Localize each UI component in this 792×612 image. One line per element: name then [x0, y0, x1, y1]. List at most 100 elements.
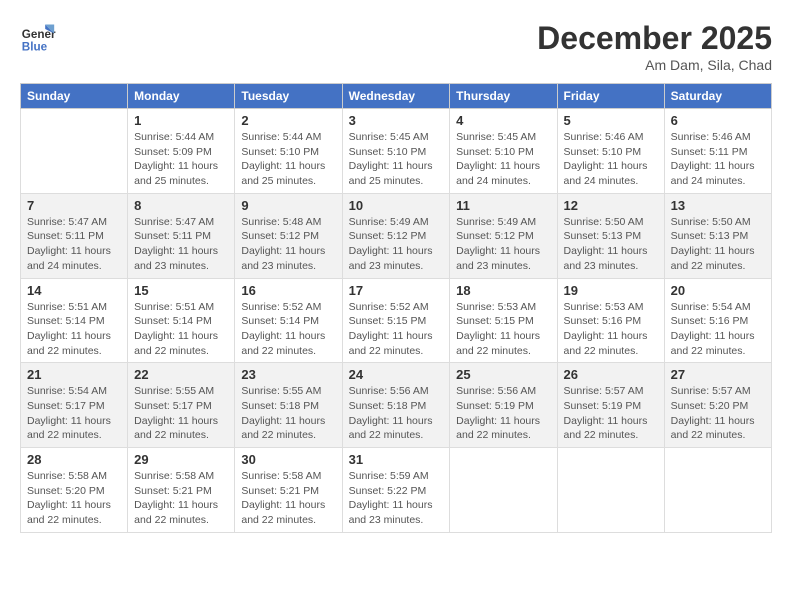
day-info: Sunrise: 5:44 AM Sunset: 5:09 PM Dayligh… [134, 130, 228, 189]
day-number: 18 [456, 283, 550, 298]
day-info: Sunrise: 5:50 AM Sunset: 5:13 PM Dayligh… [671, 215, 765, 274]
day-info: Sunrise: 5:47 AM Sunset: 5:11 PM Dayligh… [27, 215, 121, 274]
calendar-cell: 7 Sunrise: 5:47 AM Sunset: 5:11 PM Daylig… [21, 193, 128, 278]
svg-text:Blue: Blue [22, 41, 48, 54]
weekday-row: SundayMondayTuesdayWednesdayThursdayFrid… [21, 84, 772, 109]
calendar-week-row: 28 Sunrise: 5:58 AM Sunset: 5:20 PM Dayli… [21, 448, 772, 533]
calendar-cell: 19 Sunrise: 5:53 AM Sunset: 5:16 PM Dayli… [557, 278, 664, 363]
calendar-cell: 1 Sunrise: 5:44 AM Sunset: 5:09 PM Daylig… [128, 109, 235, 194]
day-info: Sunrise: 5:49 AM Sunset: 5:12 PM Dayligh… [456, 215, 550, 274]
day-info: Sunrise: 5:54 AM Sunset: 5:17 PM Dayligh… [27, 384, 121, 443]
day-info: Sunrise: 5:48 AM Sunset: 5:12 PM Dayligh… [241, 215, 335, 274]
calendar-cell [21, 109, 128, 194]
day-number: 16 [241, 283, 335, 298]
calendar-cell: 17 Sunrise: 5:52 AM Sunset: 5:15 PM Dayli… [342, 278, 450, 363]
day-number: 2 [241, 113, 335, 128]
day-info: Sunrise: 5:58 AM Sunset: 5:20 PM Dayligh… [27, 469, 121, 528]
location: Am Dam, Sila, Chad [537, 57, 772, 73]
calendar-cell: 22Sunrise: 5:55 AM Sunset: 5:17 PM Dayli… [128, 363, 235, 448]
calendar-cell: 16 Sunrise: 5:52 AM Sunset: 5:14 PM Dayli… [235, 278, 342, 363]
calendar-header: SundayMondayTuesdayWednesdayThursdayFrid… [21, 84, 772, 109]
day-number: 21 [27, 367, 121, 382]
day-info: Sunrise: 5:53 AM Sunset: 5:16 PM Dayligh… [564, 300, 658, 359]
day-number: 1 [134, 113, 228, 128]
day-info: Sunrise: 5:59 AM Sunset: 5:22 PM Dayligh… [349, 469, 444, 528]
day-info: Sunrise: 5:58 AM Sunset: 5:21 PM Dayligh… [134, 469, 228, 528]
day-number: 5 [564, 113, 658, 128]
day-info: Sunrise: 5:45 AM Sunset: 5:10 PM Dayligh… [456, 130, 550, 189]
day-info: Sunrise: 5:57 AM Sunset: 5:20 PM Dayligh… [671, 384, 765, 443]
calendar-cell [450, 448, 557, 533]
day-number: 10 [349, 198, 444, 213]
calendar-table: SundayMondayTuesdayWednesdayThursdayFrid… [20, 83, 772, 533]
day-info: Sunrise: 5:52 AM Sunset: 5:14 PM Dayligh… [241, 300, 335, 359]
day-number: 30 [241, 452, 335, 467]
day-number: 27 [671, 367, 765, 382]
calendar-cell: 3 Sunrise: 5:45 AM Sunset: 5:10 PM Daylig… [342, 109, 450, 194]
day-number: 7 [27, 198, 121, 213]
calendar-cell: 31 Sunrise: 5:59 AM Sunset: 5:22 PM Dayli… [342, 448, 450, 533]
calendar-cell: 20Sunrise: 5:54 AM Sunset: 5:16 PM Dayli… [664, 278, 771, 363]
day-number: 12 [564, 198, 658, 213]
month-title: December 2025 [537, 20, 772, 57]
day-number: 25 [456, 367, 550, 382]
calendar-cell: 15 Sunrise: 5:51 AM Sunset: 5:14 PM Dayli… [128, 278, 235, 363]
day-number: 31 [349, 452, 444, 467]
calendar-cell: 24Sunrise: 5:56 AM Sunset: 5:18 PM Dayli… [342, 363, 450, 448]
day-info: Sunrise: 5:44 AM Sunset: 5:10 PM Dayligh… [241, 130, 335, 189]
day-number: 6 [671, 113, 765, 128]
weekday-header: Thursday [450, 84, 557, 109]
day-number: 8 [134, 198, 228, 213]
calendar-cell: 28 Sunrise: 5:58 AM Sunset: 5:20 PM Dayli… [21, 448, 128, 533]
calendar-cell: 29Sunrise: 5:58 AM Sunset: 5:21 PM Dayli… [128, 448, 235, 533]
day-number: 17 [349, 283, 444, 298]
calendar-cell: 23 Sunrise: 5:55 AM Sunset: 5:18 PM Dayli… [235, 363, 342, 448]
calendar-cell: 5 Sunrise: 5:46 AM Sunset: 5:10 PM Daylig… [557, 109, 664, 194]
calendar-cell: 9Sunrise: 5:48 AM Sunset: 5:12 PM Daylig… [235, 193, 342, 278]
calendar-week-row: 1 Sunrise: 5:44 AM Sunset: 5:09 PM Daylig… [21, 109, 772, 194]
day-info: Sunrise: 5:57 AM Sunset: 5:19 PM Dayligh… [564, 384, 658, 443]
calendar-cell: 18Sunrise: 5:53 AM Sunset: 5:15 PM Dayli… [450, 278, 557, 363]
weekday-header: Wednesday [342, 84, 450, 109]
calendar-cell: 12 Sunrise: 5:50 AM Sunset: 5:13 PM Dayli… [557, 193, 664, 278]
weekday-header: Tuesday [235, 84, 342, 109]
day-info: Sunrise: 5:46 AM Sunset: 5:10 PM Dayligh… [564, 130, 658, 189]
calendar-cell: 27 Sunrise: 5:57 AM Sunset: 5:20 PM Dayli… [664, 363, 771, 448]
day-number: 14 [27, 283, 121, 298]
logo: General Blue [20, 20, 56, 56]
day-number: 3 [349, 113, 444, 128]
calendar-cell: 8 Sunrise: 5:47 AM Sunset: 5:11 PM Daylig… [128, 193, 235, 278]
day-info: Sunrise: 5:56 AM Sunset: 5:18 PM Dayligh… [349, 384, 444, 443]
day-info: Sunrise: 5:45 AM Sunset: 5:10 PM Dayligh… [349, 130, 444, 189]
calendar-cell: 6 Sunrise: 5:46 AM Sunset: 5:11 PM Daylig… [664, 109, 771, 194]
weekday-header: Saturday [664, 84, 771, 109]
calendar-cell: 14 Sunrise: 5:51 AM Sunset: 5:14 PM Dayli… [21, 278, 128, 363]
calendar-body: 1 Sunrise: 5:44 AM Sunset: 5:09 PM Daylig… [21, 109, 772, 533]
day-info: Sunrise: 5:50 AM Sunset: 5:13 PM Dayligh… [564, 215, 658, 274]
day-info: Sunrise: 5:56 AM Sunset: 5:19 PM Dayligh… [456, 384, 550, 443]
logo-icon: General Blue [20, 20, 56, 56]
calendar-cell: 13Sunrise: 5:50 AM Sunset: 5:13 PM Dayli… [664, 193, 771, 278]
day-number: 26 [564, 367, 658, 382]
day-info: Sunrise: 5:55 AM Sunset: 5:18 PM Dayligh… [241, 384, 335, 443]
day-number: 28 [27, 452, 121, 467]
day-number: 15 [134, 283, 228, 298]
page-header: General Blue December 2025 Am Dam, Sila,… [20, 20, 772, 73]
calendar-cell [664, 448, 771, 533]
calendar-week-row: 14 Sunrise: 5:51 AM Sunset: 5:14 PM Dayli… [21, 278, 772, 363]
weekday-header: Friday [557, 84, 664, 109]
day-info: Sunrise: 5:52 AM Sunset: 5:15 PM Dayligh… [349, 300, 444, 359]
calendar-cell: 4 Sunrise: 5:45 AM Sunset: 5:10 PM Daylig… [450, 109, 557, 194]
day-info: Sunrise: 5:47 AM Sunset: 5:11 PM Dayligh… [134, 215, 228, 274]
day-info: Sunrise: 5:55 AM Sunset: 5:17 PM Dayligh… [134, 384, 228, 443]
day-info: Sunrise: 5:46 AM Sunset: 5:11 PM Dayligh… [671, 130, 765, 189]
day-info: Sunrise: 5:51 AM Sunset: 5:14 PM Dayligh… [27, 300, 121, 359]
weekday-header: Monday [128, 84, 235, 109]
day-info: Sunrise: 5:49 AM Sunset: 5:12 PM Dayligh… [349, 215, 444, 274]
day-info: Sunrise: 5:51 AM Sunset: 5:14 PM Dayligh… [134, 300, 228, 359]
day-number: 4 [456, 113, 550, 128]
day-number: 19 [564, 283, 658, 298]
day-number: 23 [241, 367, 335, 382]
day-number: 11 [456, 198, 550, 213]
title-block: December 2025 Am Dam, Sila, Chad [537, 20, 772, 73]
